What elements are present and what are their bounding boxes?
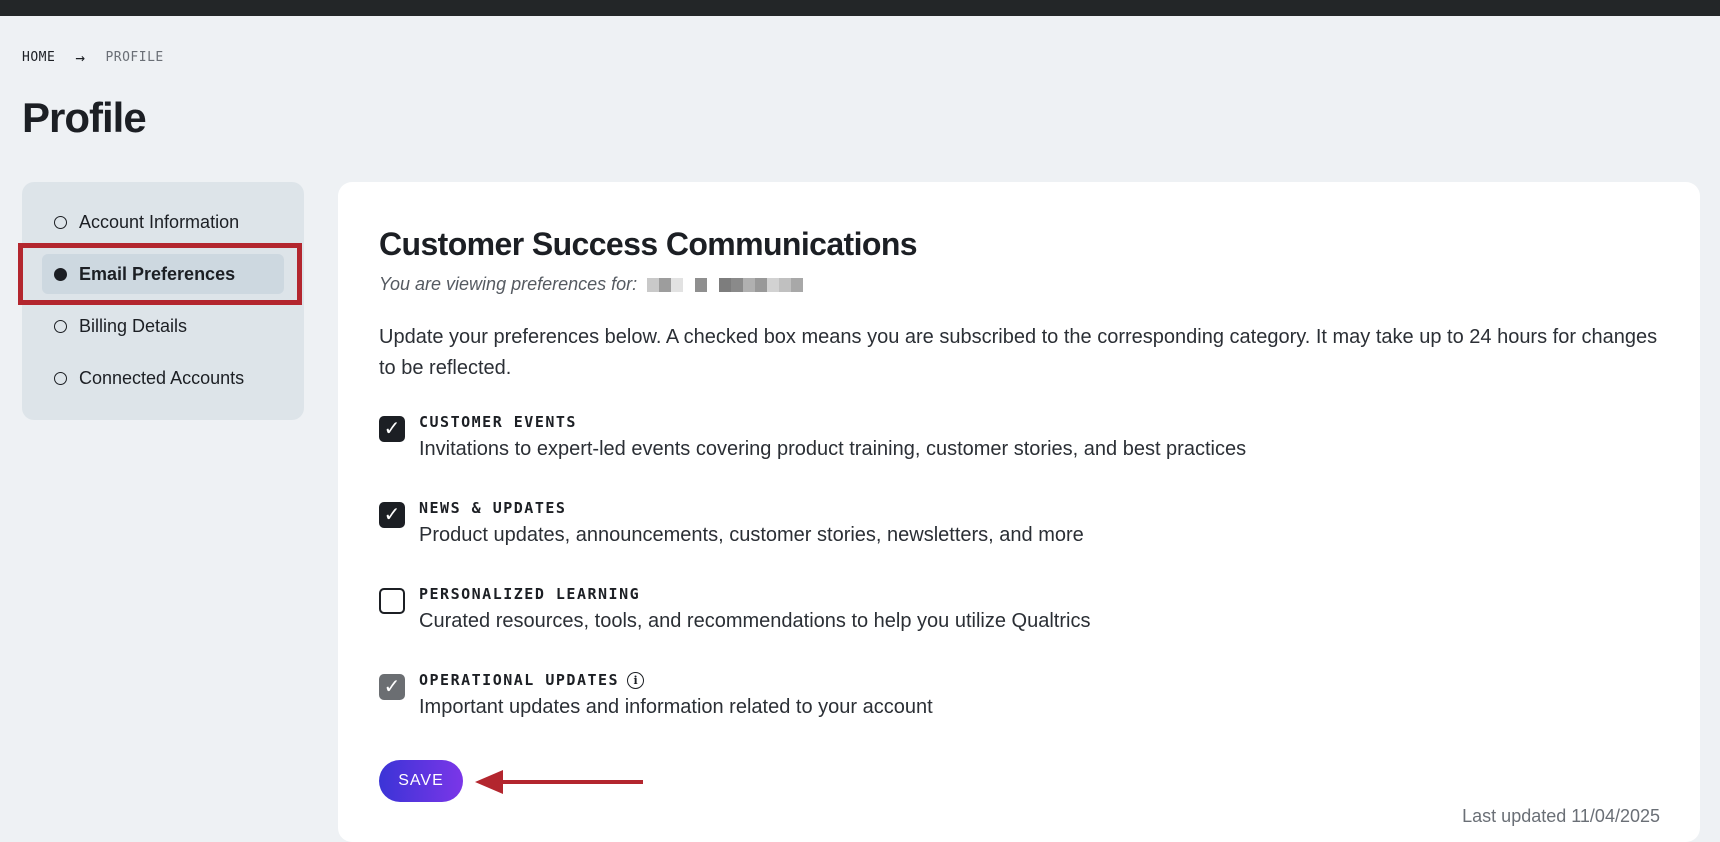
sidebar-item-connected-accounts[interactable]: Connected Accounts bbox=[42, 358, 284, 398]
save-button[interactable]: SAVE bbox=[379, 760, 463, 802]
preference-personalized-learning: PERSONALIZED LEARNING Curated resources,… bbox=[379, 582, 1090, 633]
preference-label: OPERATIONAL UPDATES bbox=[419, 671, 620, 689]
preference-description: Invitations to expert-led events coverin… bbox=[419, 438, 1247, 460]
preference-news-updates: ✓ NEWS & UPDATES Product updates, announ… bbox=[379, 496, 1084, 547]
preference-description: Product updates, announcements, customer… bbox=[419, 524, 1084, 546]
check-icon: ✓ bbox=[383, 676, 401, 698]
preference-label: NEWS & UPDATES bbox=[419, 499, 567, 517]
preference-operational-updates: ✓ OPERATIONAL UPDATES i Important update… bbox=[379, 668, 933, 719]
card-title: Customer Success Communications bbox=[379, 226, 918, 262]
sidebar-item-billing-details[interactable]: Billing Details bbox=[42, 306, 284, 346]
preferences-card: Customer Success Communications You are … bbox=[338, 182, 1700, 842]
annotation-arrow-icon bbox=[475, 770, 643, 794]
news-updates-checkbox[interactable]: ✓ bbox=[379, 502, 405, 528]
check-icon: ✓ bbox=[383, 504, 401, 526]
preference-label: PERSONALIZED LEARNING bbox=[419, 585, 641, 603]
top-bar bbox=[0, 0, 1720, 16]
radio-dot-icon bbox=[54, 319, 67, 333]
check-icon: ✓ bbox=[383, 418, 401, 440]
breadcrumb-current: PROFILE bbox=[105, 50, 164, 65]
sidebar-item-label: Billing Details bbox=[79, 315, 188, 336]
operational-updates-checkbox: ✓ bbox=[379, 674, 405, 700]
sidebar-item-label: Account Information bbox=[79, 211, 240, 232]
info-icon[interactable]: i bbox=[627, 671, 645, 689]
preference-description: Important updates and information relate… bbox=[419, 696, 933, 718]
sidebar-item-label: Connected Accounts bbox=[79, 367, 245, 388]
arrow-right-icon: → bbox=[75, 48, 86, 67]
annotation-highlight-box bbox=[18, 243, 302, 305]
redacted-email bbox=[647, 277, 804, 292]
preference-label-row: OPERATIONAL UPDATES i bbox=[419, 668, 933, 692]
intro-text: Update your preferences below. A checked… bbox=[379, 326, 1658, 379]
viewing-preferences-for: You are viewing preferences for: bbox=[379, 274, 804, 295]
breadcrumb-home[interactable]: HOME bbox=[22, 50, 55, 65]
preference-customer-events: ✓ CUSTOMER EVENTS Invitations to expert-… bbox=[379, 410, 1246, 461]
preference-description: Curated resources, tools, and recommenda… bbox=[419, 610, 1091, 632]
customer-events-checkbox[interactable]: ✓ bbox=[379, 416, 405, 442]
sidebar-item-account-information[interactable]: Account Information bbox=[42, 202, 284, 242]
breadcrumb: HOME → PROFILE bbox=[22, 48, 164, 67]
last-updated-timestamp: Last updated 11/04/2025 bbox=[1462, 806, 1660, 826]
radio-dot-icon bbox=[54, 215, 67, 229]
viewing-label: You are viewing preferences for: bbox=[379, 274, 638, 294]
personalized-learning-checkbox[interactable] bbox=[379, 588, 405, 614]
page-title: Profile bbox=[22, 94, 147, 141]
radio-dot-icon bbox=[54, 371, 67, 385]
preference-label: CUSTOMER EVENTS bbox=[419, 413, 577, 431]
